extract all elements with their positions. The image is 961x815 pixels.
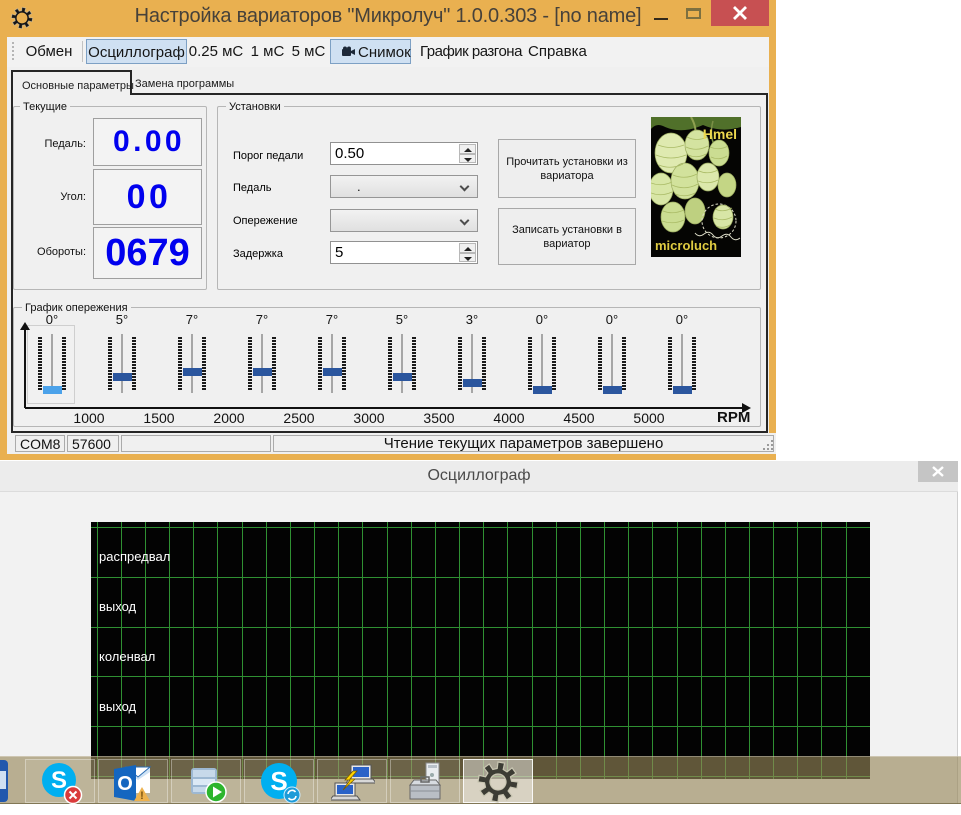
svg-text:S: S bbox=[51, 767, 67, 794]
svg-text:microluch: microluch bbox=[655, 238, 717, 253]
svg-text:O: O bbox=[117, 773, 133, 795]
svg-text:!: ! bbox=[140, 790, 144, 802]
svg-text:Hmel: Hmel bbox=[703, 126, 737, 142]
